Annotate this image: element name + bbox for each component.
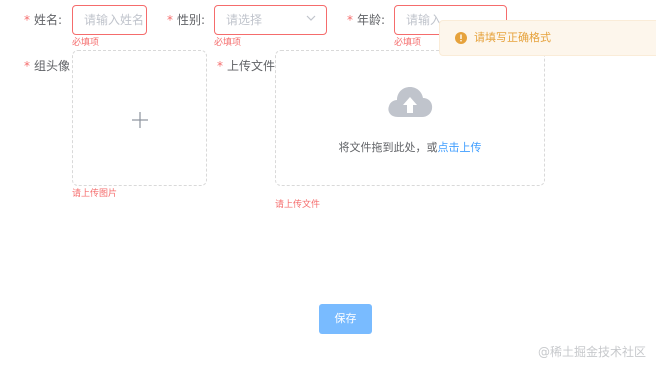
warning-icon (455, 32, 467, 44)
required-mark: * (347, 13, 353, 27)
gender-label-text: 性别: (177, 13, 206, 27)
file-error: 请上传文件 (275, 200, 321, 210)
upload-cloud-icon (388, 87, 433, 117)
save-button[interactable]: 保存 (319, 304, 372, 334)
chevron-down-icon (306, 15, 316, 21)
click-upload-link[interactable]: 点击上传 (438, 141, 482, 154)
gender-select-placeholder: 请选择 (226, 13, 263, 27)
form-page: * 姓名: 请输入姓名 必填项 * 性别: 请选择 必填项 * 年龄: 请输入 必填项… (0, 0, 656, 371)
name-label: * 姓名: (24, 12, 62, 28)
dropzone-hint: 将文件拖到此处，或点击上传 (276, 141, 544, 155)
avatar-label-text: 组头像 (34, 59, 71, 73)
age-label: * 年龄: (347, 12, 385, 28)
name-error: 必填项 (72, 38, 100, 48)
required-mark: * (167, 13, 173, 27)
avatar-label: * 组头像 (24, 58, 70, 74)
name-label-text: 姓名: (34, 13, 63, 27)
watermark: @稀土掘金技术社区 (537, 345, 646, 359)
gender-select[interactable]: 请选择 (214, 5, 327, 35)
required-mark: * (24, 13, 30, 27)
name-input-placeholder: 请输入姓名 (84, 13, 145, 27)
required-mark: * (217, 59, 223, 73)
file-dropzone[interactable]: 将文件拖到此处，或点击上传 (275, 50, 545, 186)
toast-message: 请填写正确格式 (474, 31, 551, 44)
gender-error: 必填项 (214, 38, 242, 48)
age-label-text: 年龄: (357, 13, 386, 27)
dropzone-hint-text: 将文件拖到此处，或 (338, 141, 438, 154)
file-label: * 上传文件 (217, 58, 275, 74)
required-mark: * (24, 59, 30, 73)
age-input-placeholder: 请输入 (406, 13, 443, 27)
age-error: 必填项 (394, 38, 422, 48)
warning-toast: 请填写正确格式 (439, 20, 656, 56)
file-label-text: 上传文件 (227, 59, 276, 73)
gender-label: * 性别: (167, 12, 205, 28)
avatar-uploader[interactable] (72, 50, 207, 186)
name-input[interactable]: 请输入姓名 (72, 5, 147, 35)
avatar-error: 请上传图片 (72, 189, 118, 199)
plus-icon (132, 112, 148, 128)
